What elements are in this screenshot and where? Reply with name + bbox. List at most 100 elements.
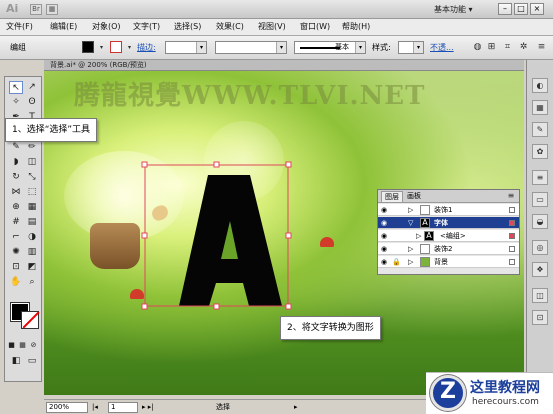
- layers-panel-icon[interactable]: ◫: [532, 288, 548, 303]
- bounding-handle[interactable]: [285, 232, 292, 239]
- screen-mode-icon[interactable]: ▭: [25, 355, 39, 368]
- layer-row[interactable]: ◉ 🔒 ▷ 背景: [378, 256, 519, 268]
- expand-toggle-icon[interactable]: ▽: [408, 217, 413, 229]
- zoom-tool-icon[interactable]: ⌕: [25, 276, 39, 289]
- workspace-switcher[interactable]: 基本功能 ▾: [430, 3, 477, 16]
- brush-definition[interactable]: 基本 ▾: [294, 41, 366, 54]
- slice-tool-icon[interactable]: ◩: [25, 261, 39, 274]
- magic-wand-tool-icon[interactable]: ✧: [9, 96, 23, 109]
- gradient-panel-icon[interactable]: ▭: [532, 192, 548, 207]
- blob-brush-tool-icon[interactable]: ◗: [9, 156, 23, 169]
- document-tab[interactable]: 背景.ai* @ 200% (RGB/预览): [44, 60, 524, 71]
- visibility-eye-icon[interactable]: ◉: [381, 219, 389, 227]
- free-transform-tool-icon[interactable]: ⬚: [25, 186, 39, 199]
- color-mode-icon[interactable]: ■: [7, 339, 16, 352]
- none-mode-icon[interactable]: ⊘: [29, 339, 38, 352]
- fill-dropdown-icon[interactable]: ▾: [96, 42, 107, 53]
- selection-indicator[interactable]: [509, 220, 515, 226]
- draw-normal-icon[interactable]: ◧: [9, 355, 23, 368]
- bounding-handle[interactable]: [285, 161, 292, 168]
- eraser-tool-icon[interactable]: ◫: [25, 156, 39, 169]
- variable-width-profile[interactable]: ▾: [215, 41, 287, 54]
- lock-icon[interactable]: 🔒: [392, 258, 401, 266]
- graphic-style-picker[interactable]: ▾: [398, 41, 424, 54]
- transparency-panel-icon[interactable]: ◒: [532, 214, 548, 229]
- layer-row-selected[interactable]: ◉ ▽ A 字体: [378, 217, 519, 229]
- layer-row[interactable]: ◉ ▷ 装饰2: [378, 243, 519, 255]
- visibility-eye-icon[interactable]: ◉: [381, 206, 389, 214]
- transform-icon[interactable]: ⌗: [502, 42, 513, 53]
- fill-swatch[interactable]: [82, 41, 94, 53]
- shape-builder-tool-icon[interactable]: ⊕: [9, 201, 23, 214]
- expand-toggle-icon[interactable]: ▷: [408, 204, 413, 216]
- isolate-group-icon[interactable]: ✲: [518, 42, 529, 53]
- layer-row[interactable]: ◉ ▷ 装饰1: [378, 204, 519, 216]
- bounding-handle[interactable]: [285, 303, 292, 310]
- brushes-panel-icon[interactable]: ✎: [532, 122, 548, 137]
- visibility-eye-icon[interactable]: ◉: [381, 245, 389, 253]
- stroke-label[interactable]: 描边:: [137, 43, 156, 53]
- target-circle-icon[interactable]: [509, 207, 515, 213]
- column-graph-tool-icon[interactable]: ▥: [25, 246, 39, 259]
- bounding-handle[interactable]: [141, 232, 148, 239]
- close-button[interactable]: ×: [530, 3, 544, 15]
- paintbrush-tool-icon[interactable]: ✎: [9, 141, 23, 154]
- eyedropper-tool-icon[interactable]: ⌐: [9, 231, 23, 244]
- bounding-handle[interactable]: [213, 161, 220, 168]
- symbol-sprayer-tool-icon[interactable]: ✺: [9, 246, 23, 259]
- hand-tool-icon[interactable]: ✋: [9, 276, 23, 289]
- swatches-panel-icon[interactable]: ▦: [532, 100, 548, 115]
- menu-object[interactable]: 对象(O): [92, 21, 121, 33]
- selection-indicator[interactable]: [509, 233, 515, 239]
- tab-layers[interactable]: 图层: [381, 191, 403, 202]
- color-panel-icon[interactable]: ◐: [532, 78, 548, 93]
- selection-tool-icon[interactable]: ↖: [9, 81, 23, 94]
- menu-select[interactable]: 选择(S): [174, 21, 201, 33]
- graphic-styles-panel-icon[interactable]: ❖: [532, 262, 548, 277]
- stroke-panel-icon[interactable]: ≡: [532, 170, 548, 185]
- menu-effect[interactable]: 效果(C): [216, 21, 244, 33]
- next-artboard-icon[interactable]: ▸ ▸|: [142, 402, 154, 413]
- stroke-swatch[interactable]: [110, 41, 122, 53]
- opacity-label[interactable]: 不透...: [430, 43, 454, 53]
- expand-toggle-icon[interactable]: ▷: [416, 230, 421, 242]
- artboards-panel-icon[interactable]: ⊡: [532, 310, 548, 325]
- layer-row[interactable]: ◉ ▷ A <编组>: [378, 230, 519, 242]
- gradient-tool-icon[interactable]: ▤: [25, 216, 39, 229]
- width-tool-icon[interactable]: ⋈: [9, 186, 23, 199]
- menu-window[interactable]: 窗口(W): [300, 21, 330, 33]
- recolor-artwork-icon[interactable]: ◍: [472, 42, 483, 53]
- minimize-button[interactable]: –: [498, 3, 512, 15]
- bounding-handle[interactable]: [213, 303, 220, 310]
- direct-selection-tool-icon[interactable]: ↗: [25, 81, 39, 94]
- status-menu-icon[interactable]: ▸: [294, 402, 298, 413]
- stroke-dropdown-icon[interactable]: ▾: [124, 42, 135, 53]
- target-circle-icon[interactable]: [509, 246, 515, 252]
- menu-help[interactable]: 帮助(H): [342, 21, 370, 33]
- menu-edit[interactable]: 编辑(E): [50, 21, 77, 33]
- align-icon[interactable]: ⊞: [486, 42, 497, 53]
- visibility-eye-icon[interactable]: ◉: [381, 258, 389, 266]
- expand-toggle-icon[interactable]: ▷: [408, 243, 413, 255]
- bounding-handle[interactable]: [141, 161, 148, 168]
- bridge-icon[interactable]: Br: [30, 4, 42, 15]
- tab-artboards[interactable]: 画板: [404, 191, 424, 202]
- arrange-documents-icon[interactable]: ▦: [46, 4, 58, 15]
- menu-type[interactable]: 文字(T): [133, 21, 160, 33]
- menu-file[interactable]: 文件(F): [6, 21, 33, 33]
- stroke-color-box[interactable]: [21, 311, 39, 329]
- panel-menu-icon[interactable]: ≡: [536, 42, 547, 53]
- first-artboard-icon[interactable]: |◂: [92, 402, 98, 413]
- maximize-button[interactable]: □: [514, 3, 528, 15]
- layers-menu-icon[interactable]: ≡: [506, 191, 516, 201]
- gradient-mode-icon[interactable]: ▦: [18, 339, 27, 352]
- rotate-tool-icon[interactable]: ↻: [9, 171, 23, 184]
- lasso-tool-icon[interactable]: ʘ: [25, 96, 39, 109]
- perspective-grid-tool-icon[interactable]: ▦: [25, 201, 39, 214]
- artboard-tool-icon[interactable]: ⊡: [9, 261, 23, 274]
- stroke-weight-field[interactable]: ▾: [165, 41, 207, 54]
- symbols-panel-icon[interactable]: ✿: [532, 144, 548, 159]
- menu-view[interactable]: 视图(V): [258, 21, 286, 33]
- blend-tool-icon[interactable]: ◑: [25, 231, 39, 244]
- mesh-tool-icon[interactable]: #: [9, 216, 23, 229]
